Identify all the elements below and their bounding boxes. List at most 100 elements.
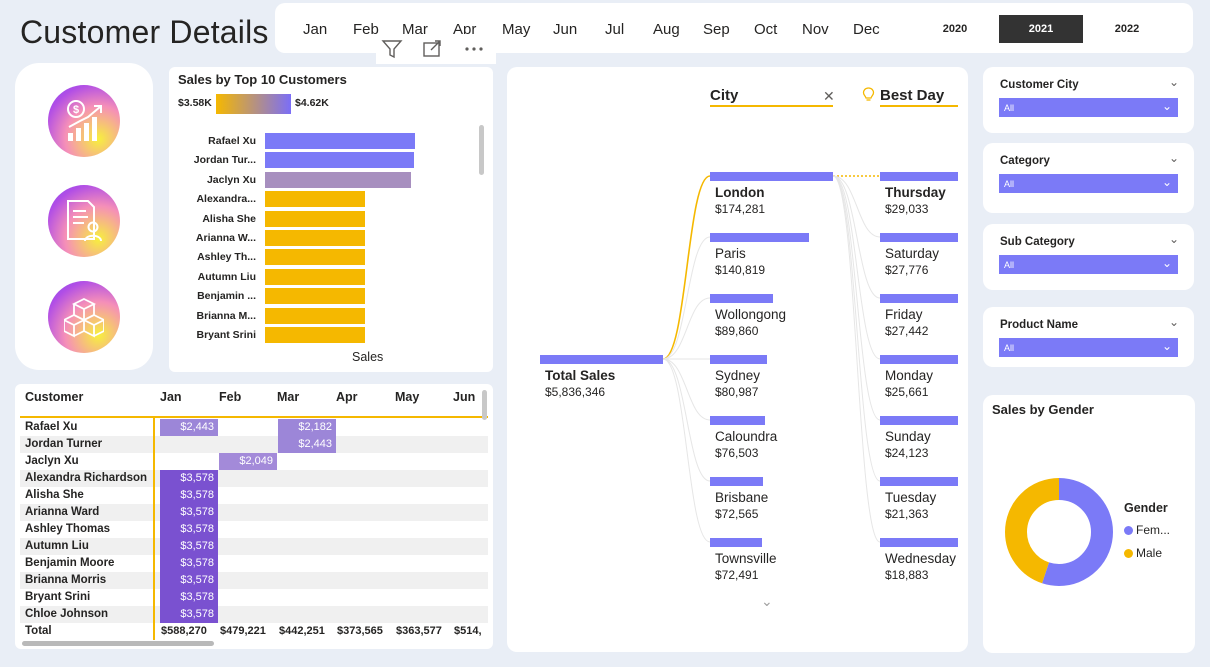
table-row[interactable]: Alexandra Richardson $3,578	[20, 470, 488, 487]
bar[interactable]	[265, 191, 365, 208]
table-row[interactable]: Alisha She $3,578	[20, 487, 488, 504]
col-header-may[interactable]: May	[395, 390, 419, 404]
legend-dot	[1124, 549, 1133, 558]
city-bar[interactable]	[710, 538, 762, 547]
year-2022[interactable]: 2022	[1085, 15, 1169, 43]
horizontal-scrollbar[interactable]	[22, 641, 214, 646]
table-row[interactable]: Jordan Turner $2,443	[20, 436, 488, 453]
city-bar[interactable]	[710, 355, 767, 364]
dropdown-arrow-icon: ⌄	[1161, 256, 1172, 270]
scrollbar[interactable]	[479, 125, 484, 175]
col-header-mar[interactable]: Mar	[277, 390, 299, 404]
table-row[interactable]: Ashley Thomas $3,578	[20, 521, 488, 538]
table-row[interactable]: Arianna Ward $3,578	[20, 504, 488, 521]
month-jun[interactable]: Jun	[553, 21, 577, 38]
city-bar[interactable]	[710, 233, 809, 242]
city-bar[interactable]	[710, 416, 765, 425]
day-bar[interactable]	[880, 477, 958, 486]
table-row[interactable]: Benjamin Moore $3,578	[20, 555, 488, 572]
bar[interactable]	[265, 152, 414, 169]
day-bar[interactable]	[880, 294, 958, 303]
gender-donut[interactable]	[1005, 478, 1113, 586]
legend-item-male[interactable]: Male	[1124, 546, 1162, 560]
table-row[interactable]: Autumn Liu $3,578	[20, 538, 488, 555]
bar[interactable]	[265, 230, 365, 246]
bar[interactable]	[265, 268, 365, 285]
day-bar[interactable]	[880, 538, 958, 547]
month-jul[interactable]: Jul	[605, 21, 624, 38]
focus-mode-icon[interactable]	[420, 38, 444, 60]
year-2021[interactable]: 2021	[999, 15, 1083, 43]
bar[interactable]	[265, 327, 365, 343]
sales-by-gender-chart[interactable]: Sales by Gender Gender Fem... Male	[983, 395, 1195, 653]
sales-growth-icon[interactable]: $	[48, 85, 120, 157]
product-name-dropdown[interactable]: All ⌄	[999, 338, 1178, 357]
month-oct[interactable]: Oct	[754, 21, 777, 38]
table-row[interactable]: Brianna Morris $3,578	[20, 572, 488, 589]
col-header-feb[interactable]: Feb	[219, 390, 241, 404]
chart-title: Sales by Gender	[992, 402, 1094, 417]
chevron-down-icon[interactable]: ⌄	[761, 593, 773, 610]
day-value: $18,883	[885, 568, 929, 582]
bar[interactable]	[265, 288, 365, 305]
day-bar[interactable]	[880, 416, 958, 425]
product-boxes-icon[interactable]	[48, 281, 120, 353]
day-value: $29,033	[885, 202, 929, 216]
month-jan[interactable]: Jan	[303, 21, 327, 38]
col-header-apr[interactable]: Apr	[336, 390, 358, 404]
month-aug[interactable]: Aug	[653, 21, 680, 38]
day-name: Saturday	[885, 246, 940, 261]
city-name: London	[715, 185, 765, 200]
chevron-down-icon[interactable]: ⌄	[1169, 75, 1179, 89]
value-cell: $2,182	[278, 419, 336, 436]
day-bar[interactable]	[880, 233, 958, 242]
month-may[interactable]: May	[502, 21, 530, 38]
customer-name-cell: Benjamin Moore	[25, 557, 115, 569]
more-options-icon[interactable]	[462, 38, 486, 60]
col-header-jun[interactable]: Jun	[453, 390, 475, 404]
table-row[interactable]: Rafael Xu $2,443 $2,182	[20, 419, 488, 436]
customer-city-dropdown[interactable]: All ⌄	[999, 98, 1178, 117]
col-header-customer[interactable]: Customer	[25, 390, 83, 404]
table-row[interactable]: Bryant Srini $3,578	[20, 589, 488, 606]
table-row[interactable]: Chloe Johnson $3,578	[20, 606, 488, 623]
bar[interactable]	[265, 307, 365, 324]
legend-item-female[interactable]: Fem...	[1124, 523, 1170, 537]
top10-customers-chart[interactable]: Sales by Top 10 Customers $3.58K $4.62K …	[169, 67, 493, 372]
city-bar[interactable]	[710, 294, 773, 303]
customer-name-cell: Rafael Xu	[25, 421, 78, 433]
city-bar[interactable]	[710, 172, 833, 181]
month-sep[interactable]: Sep	[703, 21, 730, 38]
vertical-scrollbar[interactable]	[482, 390, 487, 420]
value-cell: $3,578	[160, 470, 218, 487]
month-feb[interactable]: Feb	[353, 21, 379, 38]
day-bar[interactable]	[880, 172, 958, 181]
day-bar[interactable]	[880, 355, 958, 364]
bar[interactable]	[265, 133, 415, 149]
bar[interactable]	[265, 249, 365, 266]
chevron-down-icon[interactable]: ⌄	[1169, 232, 1179, 246]
filter-icon[interactable]	[380, 38, 404, 60]
month-nov[interactable]: Nov	[802, 21, 829, 38]
chevron-down-icon[interactable]: ⌄	[1169, 151, 1179, 165]
year-2020[interactable]: 2020	[913, 15, 997, 43]
bar[interactable]	[265, 171, 412, 188]
bar-label: Autumn Liu	[197, 270, 256, 283]
chevron-down-icon[interactable]: ⌄	[1169, 315, 1179, 329]
month-dec[interactable]: Dec	[853, 21, 880, 38]
chart-title: Sales by Top 10 Customers	[178, 72, 347, 87]
day-name: Friday	[885, 307, 923, 322]
col-header-jan[interactable]: Jan	[160, 390, 182, 404]
color-scale-gradient	[216, 94, 291, 114]
table-row[interactable]: Jaclyn Xu $2,049	[20, 453, 488, 470]
customer-document-icon[interactable]	[48, 185, 120, 257]
sub-category-slicer: Sub Category ⌄ All ⌄	[983, 224, 1194, 290]
customer-month-matrix: Customer Jan Feb Mar Apr May Jun Rafael …	[15, 384, 493, 649]
bar[interactable]	[265, 210, 365, 227]
customer-name-cell: Autumn Liu	[25, 540, 89, 552]
category-slicer: Category ⌄ All ⌄	[983, 143, 1194, 213]
sub-category-dropdown[interactable]: All ⌄	[999, 255, 1178, 274]
city-bar[interactable]	[710, 477, 763, 486]
category-dropdown[interactable]: All ⌄	[999, 174, 1178, 193]
bar-label: Jaclyn Xu	[206, 173, 256, 186]
